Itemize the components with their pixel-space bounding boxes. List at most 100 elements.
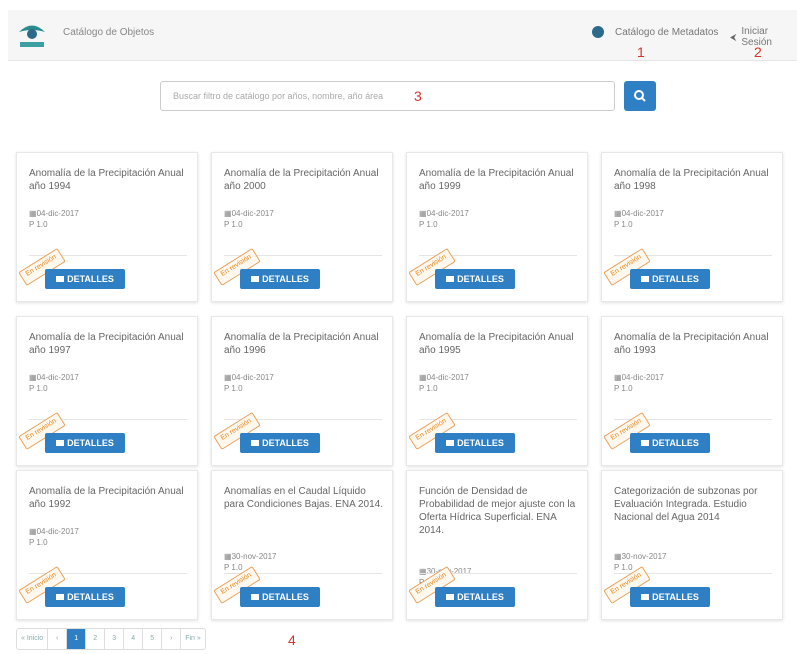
card-title: Anomalía de la Precipitación Anual año 1… <box>614 168 769 192</box>
catalog-card: Anomalía de la Precipitación Anual año 1… <box>406 316 588 466</box>
details-button[interactable]: DETALLES <box>630 587 710 607</box>
nav-catalog-label: Catálogo de Metadatos <box>615 26 719 38</box>
card-date: ▦04-dic-2017 <box>224 208 274 219</box>
annotation-4: 4 <box>288 632 296 648</box>
details-label: DETALLES <box>67 592 114 602</box>
nav-login[interactable]: ⮜ Iniciar Sesión <box>730 26 797 48</box>
card-date-text: 04-dic-2017 <box>36 209 79 218</box>
catalog-card: Anomalía de la Precipitación Anual año 1… <box>211 316 393 466</box>
card-date-text: 04-dic-2017 <box>231 209 274 218</box>
card-date-text: 30-nov-2017 <box>621 552 667 561</box>
page-link[interactable]: 4 <box>124 629 144 649</box>
details-label: DETALLES <box>262 274 309 284</box>
card-version: P 1.0 <box>224 384 243 393</box>
card-date: ▦30-nov-2017 <box>224 551 276 562</box>
catalog-card: Categorización de subzonas por Evaluació… <box>601 470 783 620</box>
card-date-text: 04-dic-2017 <box>36 373 79 382</box>
annotation-1: 1 <box>637 44 645 60</box>
card-title: Anomalía de la Precipitación Anual año 1… <box>614 332 769 356</box>
card-version: P 1.0 <box>29 538 48 547</box>
page-link[interactable]: › <box>162 629 182 649</box>
card-date: ▦04-dic-2017 <box>224 372 274 383</box>
catalog-card: Anomalía de la Precipitación Anual año 1… <box>16 316 198 466</box>
card-date: ▦04-dic-2017 <box>29 372 79 383</box>
details-button[interactable]: DETALLES <box>45 269 125 289</box>
list-icon <box>446 594 455 600</box>
logo-icon[interactable] <box>16 16 48 50</box>
list-icon <box>56 594 65 600</box>
page-link[interactable]: « Inicio <box>17 629 49 649</box>
card-title: Categorización de subzonas por Evaluació… <box>614 486 758 523</box>
top-strip <box>0 0 797 8</box>
details-button[interactable]: DETALLES <box>435 433 515 453</box>
card-title: Anomalía de la Precipitación Anual año 1… <box>29 486 184 510</box>
details-label: DETALLES <box>457 592 504 602</box>
card-title: Anomalía de la Precipitación Anual año 1… <box>29 168 184 192</box>
card-version: P 1.0 <box>29 220 48 229</box>
card-date: ▦04-dic-2017 <box>29 526 79 537</box>
details-button[interactable]: DETALLES <box>45 587 125 607</box>
details-button[interactable]: DETALLES <box>240 433 320 453</box>
calendar-icon: ▦ <box>224 373 232 382</box>
catalog-card: Anomalía de la Precipitación Anual año 2… <box>211 152 393 302</box>
card-version: P 1.0 <box>419 220 438 229</box>
card-title: Anomalía de la Precipitación Anual año 1… <box>419 332 574 356</box>
card-date-text: 30-nov-2017 <box>231 552 277 561</box>
calendar-icon: ▦ <box>224 552 232 561</box>
globe-icon <box>592 26 604 38</box>
annotation-2: 2 <box>754 44 762 60</box>
calendar-icon: ▦ <box>419 373 427 382</box>
card-title: Anomalía de la Precipitación Anual año 2… <box>224 168 379 192</box>
details-button[interactable]: DETALLES <box>45 433 125 453</box>
page-link[interactable]: ‹ <box>48 629 68 649</box>
details-label: DETALLES <box>652 438 699 448</box>
details-button[interactable]: DETALLES <box>240 269 320 289</box>
details-button[interactable]: DETALLES <box>630 269 710 289</box>
details-button[interactable]: DETALLES <box>435 587 515 607</box>
calendar-icon: ▦ <box>614 373 622 382</box>
card-version: P 1.0 <box>614 563 633 572</box>
details-label: DETALLES <box>652 592 699 602</box>
card-title: Anomalía de la Precipitación Anual año 1… <box>419 168 574 192</box>
card-date: ▦04-dic-2017 <box>419 208 469 219</box>
list-icon <box>56 276 65 282</box>
calendar-icon: ▦ <box>29 209 37 218</box>
details-button[interactable]: DETALLES <box>435 269 515 289</box>
card-date-text: 04-dic-2017 <box>621 209 664 218</box>
card-version: P 1.0 <box>29 384 48 393</box>
nav-catalog-metadata[interactable]: Catálogo de Metadatos <box>592 26 718 38</box>
nav-login-label: Iniciar Sesión <box>741 26 772 48</box>
details-label: DETALLES <box>652 274 699 284</box>
card-title: Anomalías en el Caudal Líquido para Cond… <box>224 486 383 510</box>
search-input[interactable]: Buscar filtro de catálogo por años, nomb… <box>160 81 615 111</box>
brand-link[interactable]: Catálogo de Objetos <box>63 27 154 38</box>
calendar-icon: ▦ <box>419 209 427 218</box>
catalog-card: Anomalía de la Precipitación Anual año 1… <box>601 152 783 302</box>
card-date: ▦04-dic-2017 <box>419 372 469 383</box>
list-icon <box>446 276 455 282</box>
calendar-icon: ▦ <box>29 527 37 536</box>
card-version: P 1.0 <box>224 220 243 229</box>
details-button[interactable]: DETALLES <box>240 587 320 607</box>
search-button[interactable] <box>624 81 656 111</box>
card-title: Anomalía de la Precipitación Anual año 1… <box>224 332 379 356</box>
page-link[interactable]: 2 <box>86 629 106 649</box>
navbar: Catálogo de Objetos Catálogo de Metadato… <box>8 10 797 61</box>
details-label: DETALLES <box>457 274 504 284</box>
page-link[interactable]: Fin » <box>181 629 205 649</box>
calendar-icon: ▦ <box>614 209 622 218</box>
catalog-card: Función de Densidad de Probabilidad de m… <box>406 470 588 620</box>
page-link[interactable]: 5 <box>143 629 163 649</box>
card-version: P 1.0 <box>224 563 243 572</box>
page-link[interactable]: 3 <box>105 629 125 649</box>
card-version: P 1.0 <box>614 220 633 229</box>
catalog-card: Anomalía de la Precipitación Anual año 1… <box>16 470 198 620</box>
pagination: « Inicio ‹ 1 2 3 4 5 › Fin » <box>16 628 206 650</box>
card-date: ▦04-dic-2017 <box>614 372 664 383</box>
list-icon <box>56 440 65 446</box>
card-version: P 1.0 <box>614 384 633 393</box>
catalog-card: Anomalías en el Caudal Líquido para Cond… <box>211 470 393 620</box>
card-version: P 1.0 <box>419 384 438 393</box>
page-link[interactable]: 1 <box>67 629 87 649</box>
details-button[interactable]: DETALLES <box>630 433 710 453</box>
